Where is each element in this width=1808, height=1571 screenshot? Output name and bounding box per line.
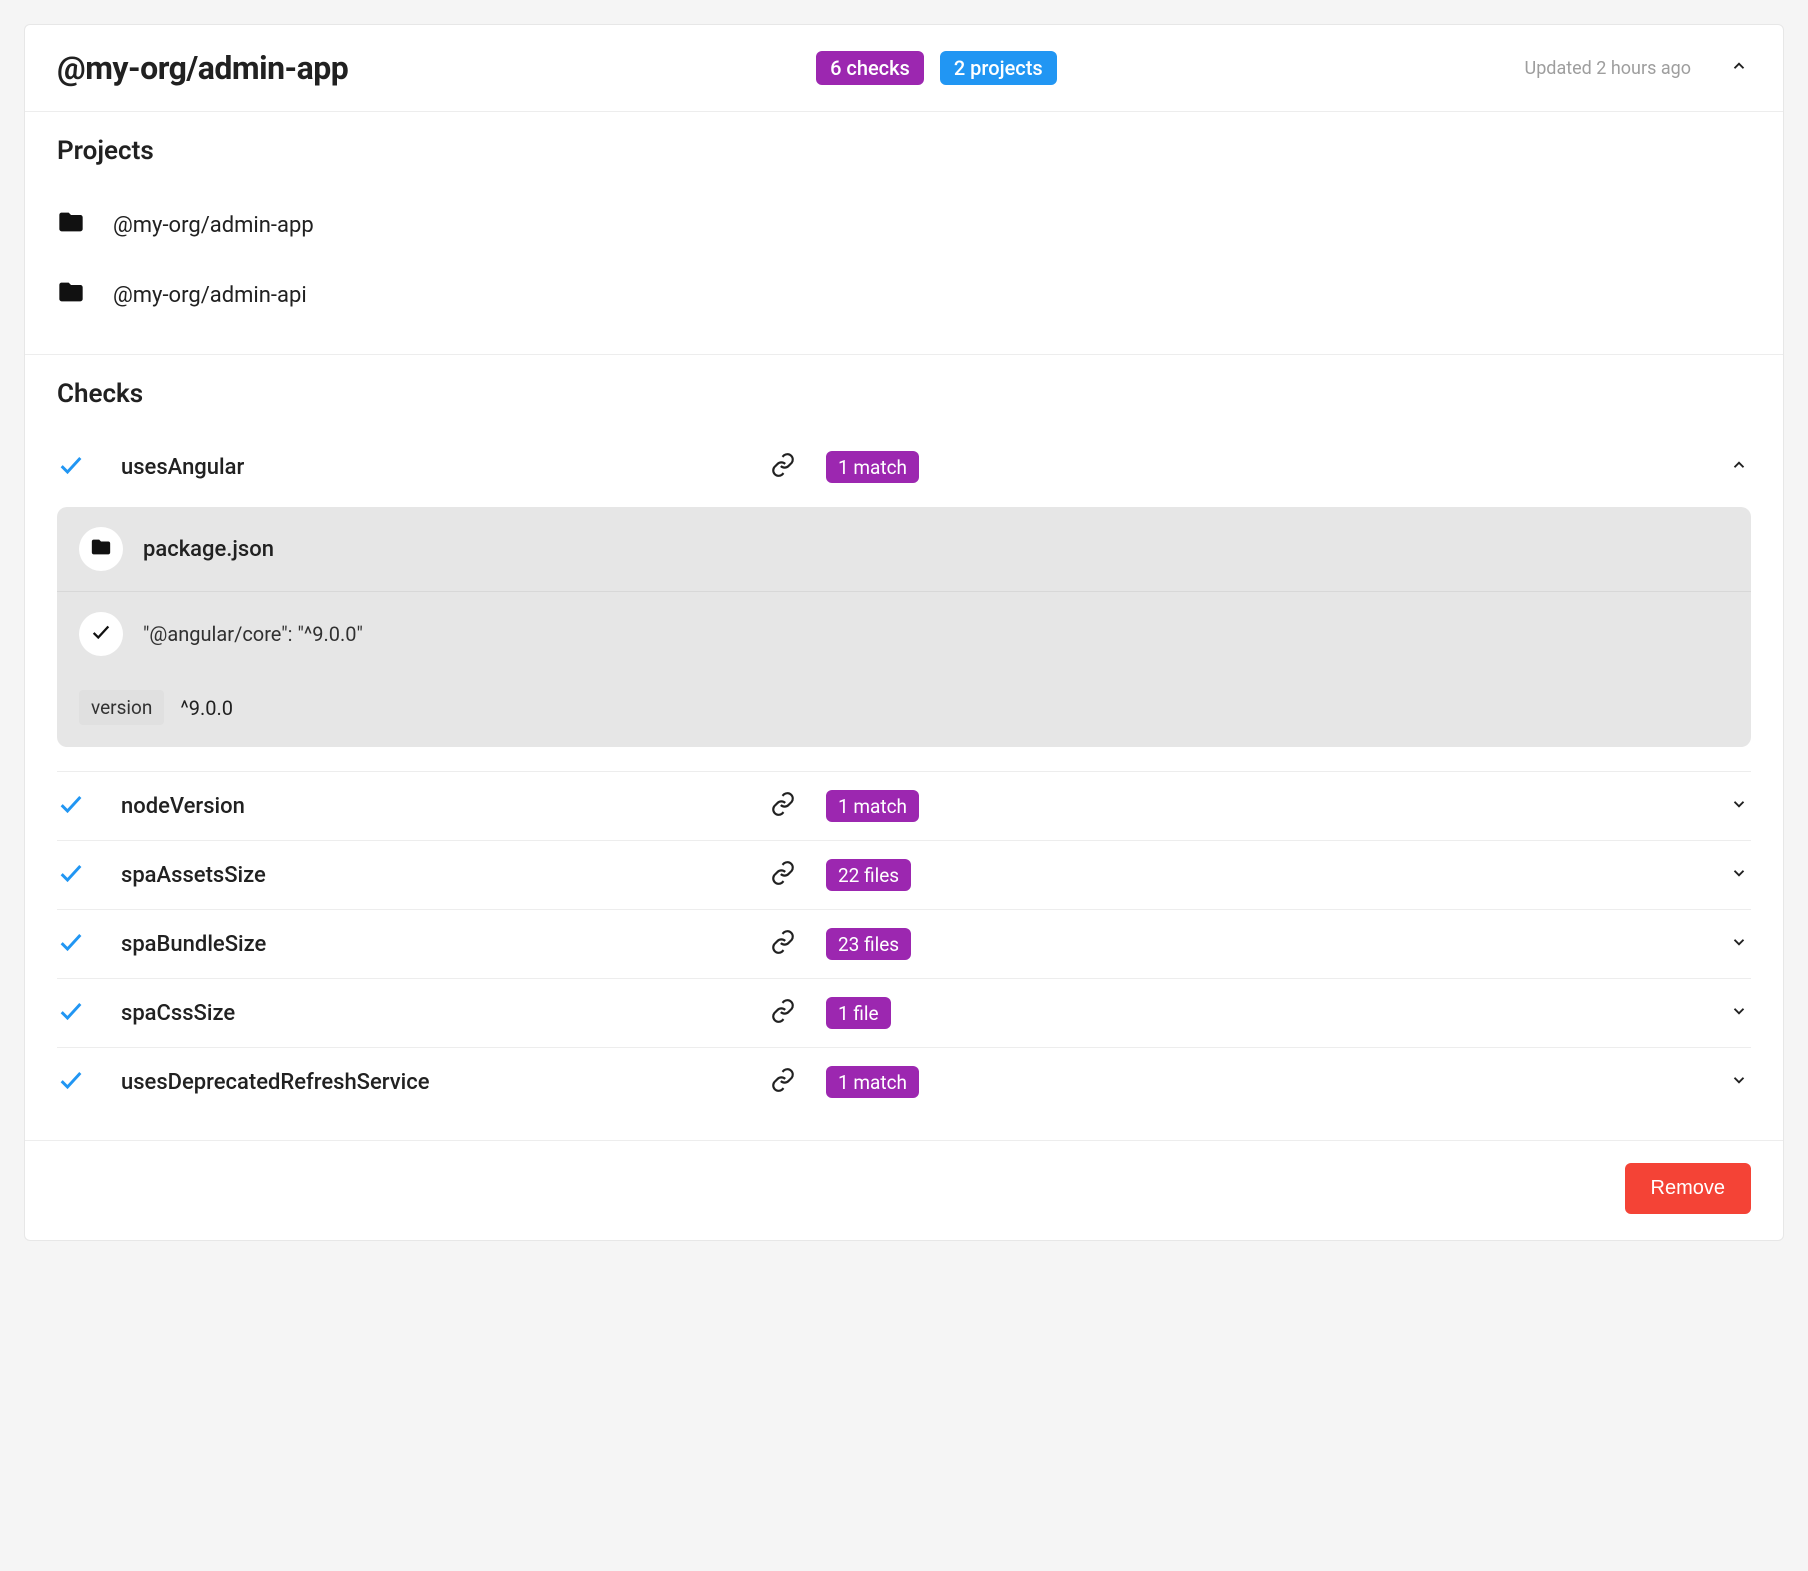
detail-file-row: package.json: [57, 507, 1751, 592]
check-status-icon: [57, 790, 105, 822]
check-detail-panel: package.json "@angular/core": "^9.0.0" v…: [57, 507, 1751, 747]
checks-section: Checks usesAngular 1 match package.jso: [25, 354, 1783, 1140]
expand-check-button[interactable]: [1727, 794, 1751, 818]
detail-match-line: "@angular/core": "^9.0.0": [143, 622, 363, 646]
check-row-node-version[interactable]: nodeVersion 1 match: [57, 771, 1751, 840]
check-count-badge: 1 match: [826, 790, 919, 822]
check-name: spaBundleSize: [121, 932, 754, 957]
check-name: nodeVersion: [121, 794, 754, 819]
check-row-spa-assets-size[interactable]: spaAssetsSize 22 files: [57, 840, 1751, 909]
file-icon-button[interactable]: [79, 527, 123, 571]
check-icon: [90, 621, 112, 647]
app-title: @my-org/admin-app: [57, 49, 348, 87]
link-icon[interactable]: [770, 860, 810, 890]
check-name: usesDeprecatedRefreshService: [121, 1070, 754, 1095]
expand-check-button[interactable]: [1727, 455, 1751, 479]
check-count-badge: 22 files: [826, 859, 911, 891]
chevron-down-icon: [1730, 864, 1748, 886]
detail-kv-value: ^9.0.0: [180, 696, 233, 720]
chevron-up-icon: [1730, 57, 1748, 79]
folder-icon: [90, 536, 112, 562]
check-status-icon: [57, 451, 105, 483]
match-ok-button[interactable]: [79, 612, 123, 656]
check-name: spaCssSize: [121, 1001, 754, 1026]
check-row-spa-bundle-size[interactable]: spaBundleSize 23 files: [57, 909, 1751, 978]
expand-check-button[interactable]: [1727, 932, 1751, 956]
check-count-badge: 1 match: [826, 451, 919, 483]
updated-label: Updated 2 hours ago: [1525, 58, 1691, 79]
expand-check-button[interactable]: [1727, 1070, 1751, 1094]
project-name: @my-org/admin-api: [113, 283, 307, 308]
link-icon[interactable]: [770, 1067, 810, 1097]
card-header: @my-org/admin-app 6 checks 2 projects Up…: [25, 25, 1783, 112]
link-icon[interactable]: [770, 452, 810, 482]
check-status-icon: [57, 859, 105, 891]
projects-heading: Projects: [57, 136, 1751, 166]
projects-count-badge: 2 projects: [940, 51, 1057, 85]
check-status-icon: [57, 997, 105, 1029]
chevron-down-icon: [1730, 1071, 1748, 1093]
project-name: @my-org/admin-app: [113, 213, 314, 238]
check-row-spa-css-size[interactable]: spaCssSize 1 file: [57, 978, 1751, 1047]
check-status-icon: [57, 928, 105, 960]
detail-kv-row: version ^9.0.0: [57, 676, 1751, 747]
detail-kv-key: version: [79, 690, 164, 725]
header-badges: 6 checks 2 projects: [372, 51, 1500, 85]
check-name: usesAngular: [121, 455, 754, 480]
link-icon[interactable]: [770, 791, 810, 821]
detail-match-row: "@angular/core": "^9.0.0": [57, 592, 1751, 676]
projects-section: Projects @my-org/admin-app @my-org/admin…: [25, 112, 1783, 354]
check-count-badge: 1 file: [826, 997, 891, 1029]
project-item[interactable]: @my-org/admin-api: [57, 260, 1751, 330]
checks-count-badge: 6 checks: [816, 51, 924, 85]
link-icon[interactable]: [770, 929, 810, 959]
link-icon[interactable]: [770, 998, 810, 1028]
check-row-uses-deprecated-refresh-service[interactable]: usesDeprecatedRefreshService 1 match: [57, 1047, 1751, 1116]
detail-file-name: package.json: [143, 537, 274, 562]
project-item[interactable]: @my-org/admin-app: [57, 190, 1751, 260]
chevron-down-icon: [1730, 933, 1748, 955]
expand-check-button[interactable]: [1727, 1001, 1751, 1025]
check-status-icon: [57, 1066, 105, 1098]
checks-heading: Checks: [57, 379, 1751, 409]
chevron-down-icon: [1730, 1002, 1748, 1024]
expand-check-button[interactable]: [1727, 863, 1751, 887]
chevron-down-icon: [1730, 795, 1748, 817]
chevron-up-icon: [1730, 456, 1748, 478]
folder-icon: [57, 278, 85, 312]
collapse-card-button[interactable]: [1727, 56, 1751, 80]
checks-list: usesAngular 1 match package.json: [57, 433, 1751, 1116]
card-footer: Remove: [25, 1140, 1783, 1240]
app-card: @my-org/admin-app 6 checks 2 projects Up…: [24, 24, 1784, 1241]
check-count-badge: 1 match: [826, 1066, 919, 1098]
check-count-badge: 23 files: [826, 928, 911, 960]
folder-icon: [57, 208, 85, 242]
check-row-uses-angular[interactable]: usesAngular 1 match: [57, 433, 1751, 501]
check-name: spaAssetsSize: [121, 863, 754, 888]
remove-button[interactable]: Remove: [1625, 1163, 1751, 1214]
